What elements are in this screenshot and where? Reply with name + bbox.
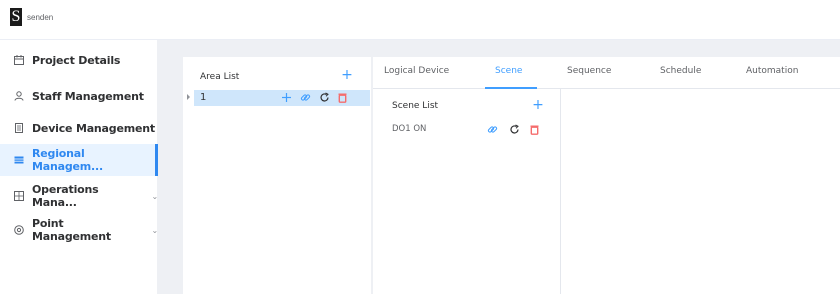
calendar-icon xyxy=(14,55,24,65)
area-list-title: Area List xyxy=(200,72,240,82)
scene-list-title: Scene List xyxy=(392,101,439,111)
sidebar-item-label: Device Management xyxy=(32,121,155,135)
delete-icon[interactable] xyxy=(529,124,540,135)
plus-icon[interactable] xyxy=(281,92,292,103)
area-name: 1 xyxy=(200,92,207,103)
tab-schedule[interactable]: Schedule xyxy=(660,66,701,76)
document-icon xyxy=(15,123,23,133)
sidebar-item-regional-management[interactable]: Regional Managem... xyxy=(0,144,158,176)
sidebar-item-device-management[interactable]: Device Management xyxy=(0,112,158,144)
add-area-button[interactable]: + xyxy=(341,68,353,82)
user-icon xyxy=(14,91,24,101)
region-icon xyxy=(14,156,24,164)
tab-sequence[interactable]: Sequence xyxy=(567,66,611,76)
scene-list-panel: Scene List + DO1 ON xyxy=(373,89,561,294)
refresh-icon[interactable] xyxy=(319,92,330,103)
logo-text: senden xyxy=(27,12,54,22)
top-bar: S senden xyxy=(0,0,840,40)
scene-item-name[interactable]: DO1 ON xyxy=(392,124,426,134)
link-icon[interactable] xyxy=(300,92,311,103)
refresh-icon[interactable] xyxy=(509,124,520,135)
sidebar-item-operations-management[interactable]: Operations Mana... ⌄ xyxy=(0,180,158,212)
sidebar-item-point-management[interactable]: Point Management ⌄ xyxy=(0,214,158,246)
sidebar-item-project-details[interactable]: Project Details xyxy=(0,44,158,76)
area-list-panel: Area List + 1 xyxy=(183,57,371,294)
tab-automation[interactable]: Automation xyxy=(746,66,798,76)
brand-logo[interactable]: S senden xyxy=(10,8,53,26)
logo-mark: S xyxy=(10,8,22,26)
sidebar-item-label: Regional Managem... xyxy=(32,147,103,173)
add-scene-button[interactable]: + xyxy=(532,98,544,112)
detail-panel: Logical Device Scene Sequence Schedule A… xyxy=(373,57,840,294)
sidebar-item-label: Project Details xyxy=(32,53,121,67)
location-icon xyxy=(14,225,24,235)
sidebar-item-staff-management[interactable]: Staff Management xyxy=(0,80,158,112)
grid-icon xyxy=(14,191,24,201)
sidebar-item-label: Operations Mana... xyxy=(32,183,99,209)
delete-icon[interactable] xyxy=(337,92,348,103)
sidebar: Project Details Staff Management Device … xyxy=(0,40,158,294)
tab-scene[interactable]: Scene xyxy=(495,66,522,76)
link-icon[interactable] xyxy=(487,124,498,135)
tab-logical-device[interactable]: Logical Device xyxy=(384,66,449,76)
caret-right-icon[interactable] xyxy=(187,94,190,100)
tab-bar: Logical Device Scene Sequence Schedule A… xyxy=(373,57,840,89)
area-row[interactable]: 1 xyxy=(187,90,370,106)
sidebar-item-label: Point Management xyxy=(32,217,111,243)
sidebar-item-label: Staff Management xyxy=(32,89,144,103)
